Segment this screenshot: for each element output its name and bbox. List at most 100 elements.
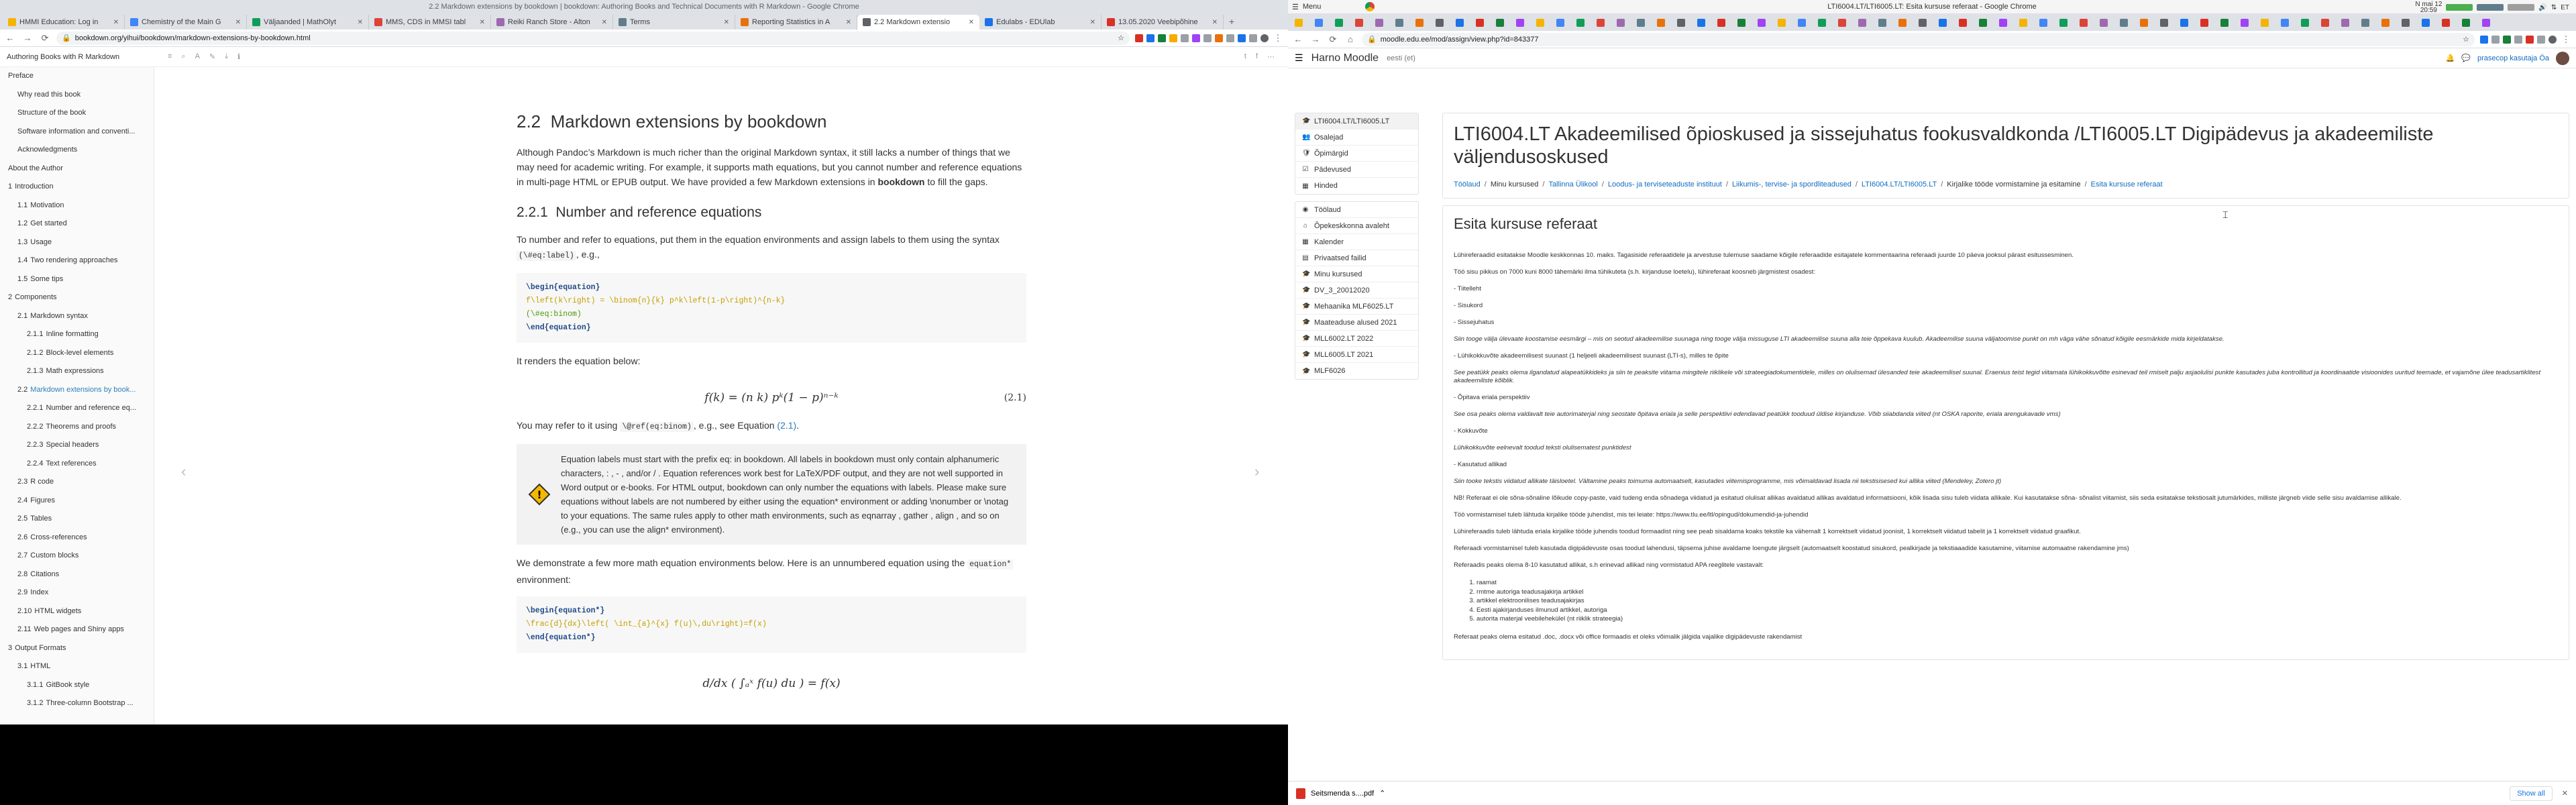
- toc-item[interactable]: 2.1.3 Math expressions: [0, 362, 154, 381]
- nav-item[interactable]: 🛡 Õpimärgid: [1295, 146, 1418, 162]
- tab-favicon-icon[interactable]: [1375, 19, 1383, 27]
- breadcrumb-item[interactable]: Esita kursuse referaat: [2091, 180, 2163, 189]
- toc-item[interactable]: 2.2.2 Theorems and proofs: [0, 418, 154, 437]
- tab-favicon-icon[interactable]: [2220, 19, 2229, 27]
- toc-item[interactable]: 2.3 R code: [0, 473, 154, 492]
- nav-item[interactable]: ▦ Hinded: [1295, 178, 1418, 194]
- breadcrumb-item[interactable]: Töölaud: [1454, 180, 1481, 189]
- reload-icon[interactable]: ⟳: [39, 32, 51, 44]
- nav-item[interactable]: 👥 Osalejad: [1295, 129, 1418, 146]
- tab-favicon-icon[interactable]: [1355, 19, 1363, 27]
- tab-favicon-icon[interactable]: [1798, 19, 1806, 27]
- close-tab-icon[interactable]: ✕: [599, 19, 607, 26]
- toc-item[interactable]: Software information and conventi...: [0, 123, 154, 142]
- toc-item[interactable]: 1.3 Usage: [0, 233, 154, 252]
- download-item[interactable]: Seitsmenda s....pdf ⌃: [1296, 788, 1385, 799]
- nav-item[interactable]: ▤ Privaatsed failid: [1295, 250, 1418, 266]
- facebook-icon[interactable]: f: [1256, 52, 1258, 61]
- new-tab-icon[interactable]: +: [1224, 16, 1240, 27]
- tab-favicon-icon[interactable]: [1737, 19, 1746, 27]
- toc-item[interactable]: 2.11 Web pages and Shiny apps: [0, 621, 154, 639]
- reload-icon[interactable]: ⟳: [1327, 34, 1339, 46]
- tab-favicon-icon[interactable]: [1617, 19, 1625, 27]
- breadcrumb-item[interactable]: Liikumis-, tervise- ja spordliteadused: [1732, 180, 1851, 189]
- close-tab-icon[interactable]: ✕: [111, 19, 119, 26]
- network-icon[interactable]: ⇅: [2551, 4, 2557, 11]
- browser-tab[interactable]: Reporting Statistics in A ✕: [735, 15, 857, 30]
- volume-icon[interactable]: 🔊: [2538, 4, 2546, 11]
- extension-icon[interactable]: [1260, 34, 1269, 42]
- tab-favicon-icon[interactable]: [2080, 19, 2088, 27]
- toc-item[interactable]: Structure of the book: [0, 104, 154, 123]
- close-tab-icon[interactable]: ✕: [843, 19, 851, 26]
- nav-item[interactable]: ▦ Kalender: [1295, 234, 1418, 250]
- toc-item[interactable]: 2.2.1 Number and reference eq...: [0, 399, 154, 418]
- browser-tab[interactable]: Terms ✕: [613, 15, 735, 30]
- language-menu[interactable]: eesti (et): [1387, 54, 1415, 62]
- tab-favicon-icon[interactable]: [2241, 19, 2249, 27]
- tab-favicon-icon[interactable]: [1778, 19, 1786, 27]
- tab-favicon-icon[interactable]: [1959, 19, 1967, 27]
- tab-favicon-icon[interactable]: [1536, 19, 1544, 27]
- nav-item[interactable]: ◉ Töölaud: [1295, 202, 1418, 218]
- tab-favicon-icon[interactable]: [1939, 19, 1947, 27]
- toc-item[interactable]: 1.4 Two rendering approaches: [0, 252, 154, 270]
- avatar[interactable]: [2556, 51, 2569, 65]
- tab-favicon-icon[interactable]: [2059, 19, 2068, 27]
- extension-icon[interactable]: [2503, 35, 2511, 44]
- drawer-toggle-icon[interactable]: ☰: [1295, 52, 1303, 64]
- tab-favicon-icon[interactable]: [1516, 19, 1524, 27]
- toc-item[interactable]: 2.7 Custom blocks: [0, 547, 154, 566]
- tab-favicon-icon[interactable]: [1415, 19, 1424, 27]
- tab-favicon-icon[interactable]: [1919, 19, 1927, 27]
- nav-item[interactable]: 🎓 LTI6004.LT/LTI6005.LT: [1295, 113, 1418, 129]
- toc-item[interactable]: 1.2 Get started: [0, 215, 154, 233]
- chevron-up-icon[interactable]: ⌃: [1379, 789, 1385, 798]
- tab-favicon-icon[interactable]: [1315, 19, 1323, 27]
- toc-item[interactable]: 2 Components: [0, 288, 154, 307]
- extension-icon[interactable]: [1203, 34, 1212, 42]
- toc-item[interactable]: 2.1 Markdown syntax: [0, 307, 154, 326]
- breadcrumb-item[interactable]: Tallinna Ülikool: [1548, 180, 1597, 189]
- extension-icon[interactable]: [2548, 35, 2557, 44]
- nav-item[interactable]: 🎓 MLL6005.LT 2021: [1295, 347, 1418, 363]
- tab-favicon-icon[interactable]: [2301, 19, 2309, 27]
- toc-item[interactable]: 2.9 Index: [0, 584, 154, 602]
- extension-icon[interactable]: [1158, 34, 1166, 42]
- nav-item[interactable]: ⌂ Õpekeskkonna avaleht: [1295, 218, 1418, 234]
- tab-favicon-icon[interactable]: [2039, 19, 2047, 27]
- tab-favicon-icon[interactable]: [1496, 19, 1504, 27]
- toc-item[interactable]: 2.1.2 Block-level elements: [0, 344, 154, 363]
- browser-tab[interactable]: 2.2 Markdown extensio ✕: [857, 15, 979, 30]
- tab-favicon-icon[interactable]: [1717, 19, 1725, 27]
- tab-favicon-icon[interactable]: [1999, 19, 2007, 27]
- home-icon[interactable]: ⌂: [1344, 34, 1356, 46]
- close-tab-icon[interactable]: ✕: [721, 19, 729, 26]
- download-icon[interactable]: ⤓: [225, 52, 228, 61]
- extension-icon[interactable]: [2514, 35, 2522, 44]
- tab-favicon-icon[interactable]: [1758, 19, 1766, 27]
- close-tab-icon[interactable]: ✕: [966, 19, 974, 26]
- extension-icon[interactable]: [2526, 35, 2534, 44]
- tab-favicon-icon[interactable]: [1878, 19, 1886, 27]
- forward-icon[interactable]: →: [21, 32, 34, 44]
- toc-item[interactable]: 1 Introduction: [0, 178, 154, 197]
- close-tab-icon[interactable]: ✕: [233, 19, 241, 26]
- close-tab-icon[interactable]: ✕: [355, 19, 363, 26]
- next-page-icon[interactable]: ›: [1254, 463, 1259, 480]
- menu-dots-icon[interactable]: ⋮: [1272, 32, 1284, 44]
- toc-item[interactable]: 3.1.1 GitBook style: [0, 676, 154, 695]
- close-tab-icon[interactable]: ✕: [477, 19, 485, 26]
- tab-favicon-icon[interactable]: [2482, 19, 2490, 27]
- tab-favicon-icon[interactable]: [1576, 19, 1585, 27]
- tab-favicon-icon[interactable]: [2019, 19, 2027, 27]
- menu-label[interactable]: Menu: [1303, 3, 1322, 11]
- tab-favicon-icon[interactable]: [1979, 19, 1987, 27]
- tab-favicon-icon[interactable]: [1335, 19, 1343, 27]
- tab-favicon-icon[interactable]: [2261, 19, 2269, 27]
- browser-tab[interactable]: Edulabs - EDUlab ✕: [979, 15, 1102, 30]
- toc-item[interactable]: 2.1.1 Inline formatting: [0, 325, 154, 344]
- nav-item[interactable]: 🎓 DV_3_20012020: [1295, 282, 1418, 299]
- address-bar[interactable]: 🔒 bookdown.org/yihui/bookdown/markdown-e…: [56, 31, 1130, 45]
- menu-icon[interactable]: ☰: [1292, 3, 1299, 11]
